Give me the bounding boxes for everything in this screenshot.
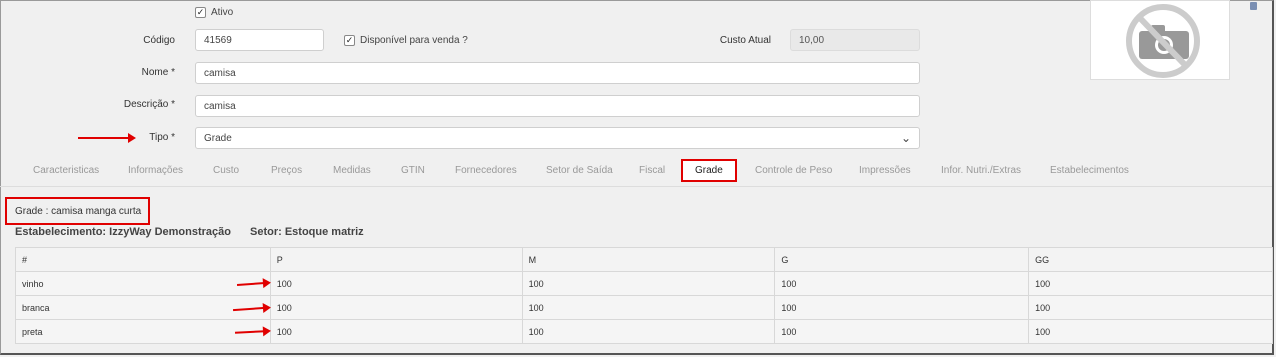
tipo-selected-value: Grade	[204, 132, 232, 144]
tab-medidas[interactable]: Medidas	[333, 165, 371, 176]
disponivel-label: Disponível para venda ?	[360, 35, 468, 46]
stock-cell[interactable]: 100	[521, 295, 776, 320]
tab-estabelecimentos[interactable]: Estabelecimentos	[1050, 165, 1129, 176]
stock-cell[interactable]: 100	[1028, 295, 1273, 320]
tab-impressoes[interactable]: Impressões	[859, 165, 911, 176]
table-row: vinho 100 100 100 100	[15, 271, 1273, 296]
table-row: preta 100 100 100 100	[15, 319, 1273, 344]
ativo-checkbox[interactable]: ✓	[195, 7, 206, 18]
column-header: GG	[1028, 247, 1273, 272]
descricao-label: Descrição *	[123, 99, 175, 110]
row-name: branca	[15, 295, 271, 320]
tab-informacoes[interactable]: Informações	[128, 165, 183, 176]
estabelecimento-label: Estabelecimento: IzzyWay Demonstração	[15, 226, 231, 238]
trash-icon[interactable]	[1250, 2, 1257, 10]
codigo-input[interactable]: 41569	[195, 29, 324, 51]
stock-cell[interactable]: 100	[1028, 271, 1273, 296]
product-image[interactable]	[1090, 0, 1230, 80]
stock-cell[interactable]: 100	[1028, 319, 1273, 344]
disponivel-checkbox[interactable]: ✓	[344, 35, 355, 46]
column-header: G	[774, 247, 1030, 272]
stock-cell[interactable]: 100	[774, 319, 1030, 344]
stock-cell[interactable]: 100	[269, 319, 523, 344]
custo-atual-field: 10,00	[790, 29, 920, 51]
stock-cell[interactable]: 100	[269, 295, 523, 320]
setor-label: Setor: Estoque matriz	[250, 226, 364, 238]
table-header-row: # P M G GG	[15, 247, 1273, 272]
tab-infor-nutri-extras[interactable]: Infor. Nutri./Extras	[941, 165, 1021, 176]
stock-cell[interactable]: 100	[774, 295, 1030, 320]
grade-title: Grade : camisa manga curta	[15, 206, 142, 217]
tipo-select[interactable]: Grade ⌄	[195, 127, 920, 149]
tab-setor-de-saida[interactable]: Setor de Saída	[546, 165, 613, 176]
stock-cell[interactable]: 100	[521, 319, 776, 344]
custo-label: Custo Atual	[719, 35, 771, 46]
tipo-label: Tipo *	[149, 132, 175, 143]
stock-cell[interactable]: 100	[521, 271, 776, 296]
column-header: #	[15, 247, 271, 272]
row-name: vinho	[15, 271, 271, 296]
tab-fiscal[interactable]: Fiscal	[639, 165, 665, 176]
descricao-input[interactable]: camisa	[195, 95, 920, 117]
chevron-down-icon: ⌄	[900, 131, 911, 145]
tab-custo[interactable]: Custo	[213, 165, 239, 176]
column-header: P	[269, 247, 523, 272]
column-header: M	[521, 247, 776, 272]
tab-gtin[interactable]: GTIN	[401, 165, 425, 176]
tab-grade[interactable]: Grade	[681, 159, 737, 182]
grade-table: # P M G GG vinho 100 100 100 100 branca …	[15, 247, 1273, 344]
no-image-icon	[1126, 4, 1200, 78]
tab-caracteristicas[interactable]: Caracteristicas	[33, 165, 99, 176]
nome-label: Nome *	[141, 67, 175, 78]
nome-input[interactable]: camisa	[195, 62, 920, 84]
tab-fornecedores[interactable]: Fornecedores	[455, 165, 517, 176]
ativo-label: Ativo	[211, 7, 234, 18]
table-row: branca 100 100 100 100	[15, 295, 1273, 320]
stock-cell[interactable]: 100	[774, 271, 1030, 296]
tab-precos[interactable]: Preços	[271, 165, 302, 176]
row-name: preta	[15, 319, 271, 344]
stock-cell[interactable]: 100	[269, 271, 523, 296]
tab-controle-de-peso[interactable]: Controle de Peso	[755, 165, 832, 176]
codigo-label: Código	[143, 35, 175, 46]
tabs-divider	[0, 186, 1272, 187]
